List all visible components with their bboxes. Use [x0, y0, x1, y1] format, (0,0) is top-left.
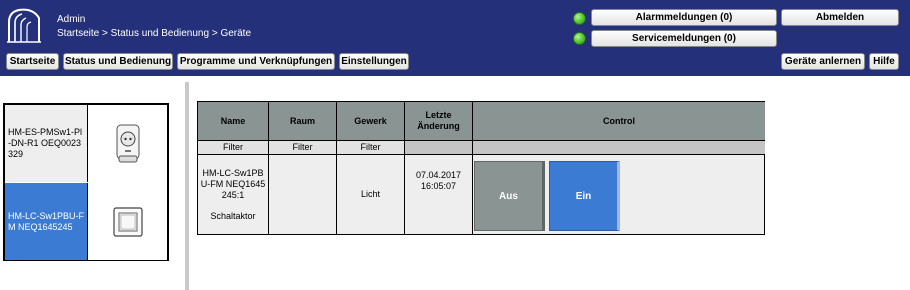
switch-off-button[interactable]: Aus [474, 161, 545, 231]
plug-icon [116, 124, 139, 162]
device-item-sw1pbu[interactable]: HM-LC-Sw1PBU-FM NEQ1645245 [5, 183, 167, 260]
service-messages-button[interactable]: Servicemeldungen (0) [591, 30, 777, 47]
teach-devices-button[interactable]: Geräte anlernen [781, 53, 865, 70]
table-row-last-change-cell: 07.04.2017 16:05:07 [405, 155, 473, 234]
nav-programme-und-verknuepfungen[interactable]: Programme und Verknüpfungen [177, 53, 335, 70]
logout-button[interactable]: Abmelden [781, 9, 899, 26]
homematic-logo-icon [7, 8, 41, 43]
device-image [87, 183, 167, 260]
filter-room-button[interactable]: Filter [269, 141, 337, 155]
filter-placeholder [473, 141, 765, 155]
service-status-led-icon [573, 32, 586, 45]
device-control-table: Name Raum Gewerk Letzte Änderung Control… [197, 101, 765, 235]
device-list: HM-ES-PMSw1-Pl-DN-R1 OEQ0023329 HM-LC-Sw… [3, 103, 169, 261]
nav-status-und-bedienung[interactable]: Status und Bedienung [63, 53, 173, 70]
filter-trade-button[interactable]: Filter [337, 141, 405, 155]
table-row-room-cell [269, 155, 337, 234]
help-button[interactable]: Hilfe [869, 53, 899, 70]
top-header: Admin Startseite > Status und Bedienung … [0, 0, 910, 76]
nav-startseite[interactable]: Startseite [6, 53, 59, 70]
device-image [87, 105, 167, 182]
wall-switch-icon [112, 206, 143, 237]
device-item-pmsw1[interactable]: HM-ES-PMSw1-Pl-DN-R1 OEQ0023329 [5, 105, 167, 182]
column-header-room[interactable]: Raum [269, 102, 337, 141]
column-header-name[interactable]: Name [198, 102, 269, 141]
table-row-trade-cell: Licht [337, 155, 405, 234]
device-name: HM-LC-Sw1PBU-FM NEQ1645245 [5, 183, 87, 260]
alarm-status-led-icon [573, 12, 586, 25]
switch-on-button[interactable]: Ein [549, 161, 620, 231]
column-header-control: Control [473, 102, 765, 141]
panel-divider[interactable] [185, 82, 189, 290]
alarm-messages-button[interactable]: Alarmmeldungen (0) [591, 9, 777, 26]
nav-einstellungen[interactable]: Einstellungen [339, 53, 409, 70]
column-header-trade[interactable]: Gewerk [337, 102, 405, 141]
column-header-last-change[interactable]: Letzte Änderung [405, 102, 473, 141]
user-name: Admin [57, 14, 86, 25]
device-name: HM-ES-PMSw1-Pl-DN-R1 OEQ0023329 [5, 105, 87, 182]
table-row-name-cell: HM-LC-Sw1PBU-FM NEQ1645245:1 Schaltaktor [198, 155, 269, 234]
last-change-date: 07.04.2017 [415, 170, 462, 180]
filter-placeholder [405, 141, 473, 155]
last-change-time: 16:05:07 [420, 181, 457, 191]
channel-type: Schaltaktor [210, 210, 256, 221]
channel-name: HM-LC-Sw1PBU-FM NEQ1645245:1 [200, 167, 266, 200]
filter-name-button[interactable]: Filter [198, 141, 269, 155]
breadcrumb: Startseite > Status und Bedienung > Gerä… [57, 28, 252, 39]
